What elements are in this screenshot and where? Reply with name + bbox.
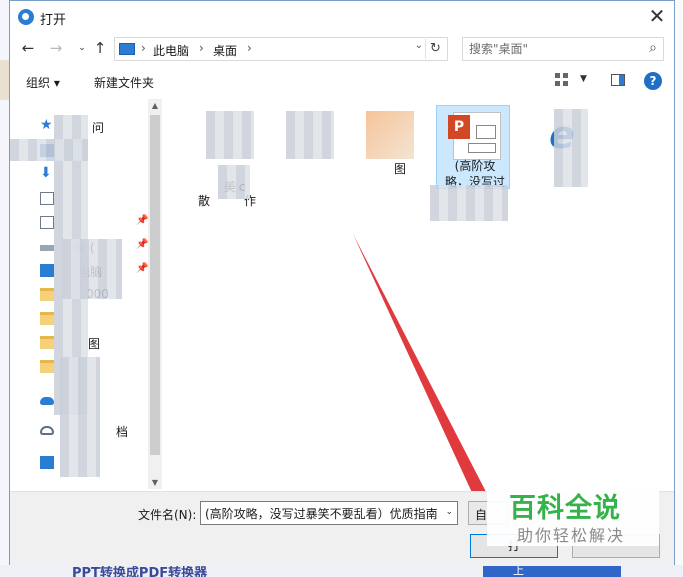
background-page-bottom: PPT转换成PDF转换器 上: [0, 565, 683, 577]
open-file-dialog: 打开 ✕ ← → ⌄ ↑ › 此电脑 › 桌面 › ⌄ ↻ ⌕ 组织 ▾ 新建文…: [9, 0, 675, 566]
background-page-left: [0, 0, 9, 577]
watermark: 百科全说 助你轻松解决: [487, 482, 659, 546]
background-button[interactable]: 上: [483, 565, 621, 577]
watermark-subtitle: 助你轻松解决: [517, 526, 626, 545]
background-page-right: [675, 0, 683, 577]
filename-input[interactable]: [205, 505, 437, 521]
background-logo-fragment: [0, 60, 9, 100]
filename-combobox[interactable]: ⌄: [200, 501, 458, 525]
filename-dropdown-icon[interactable]: ⌄: [445, 507, 453, 517]
filename-label: 文件名(N):: [138, 508, 197, 522]
watermark-title: 百科全说: [509, 493, 621, 524]
